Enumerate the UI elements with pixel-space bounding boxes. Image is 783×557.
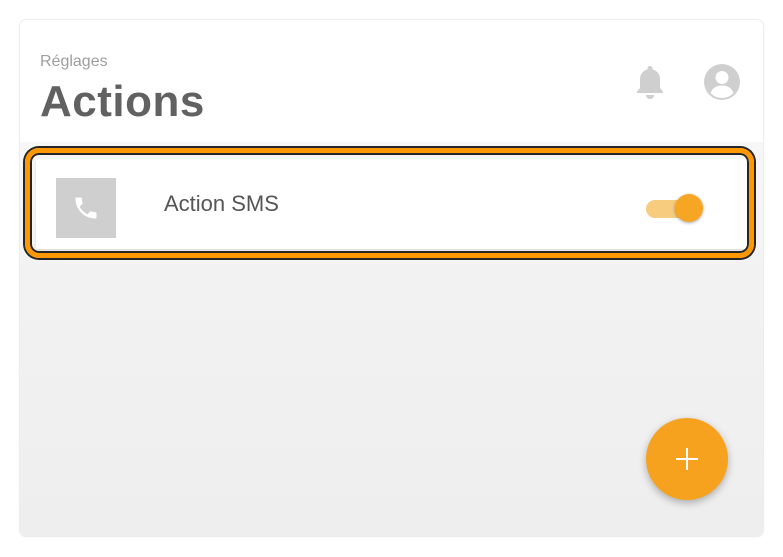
toggle-thumb — [675, 194, 703, 222]
breadcrumb-subtitle: Réglages — [40, 53, 108, 70]
page-title: Actions — [40, 77, 205, 126]
plus-icon — [676, 448, 698, 470]
phone-icon — [75, 197, 97, 219]
account-circle-icon — [704, 64, 740, 100]
bell-icon — [637, 66, 663, 99]
action-enabled-toggle[interactable] — [644, 190, 703, 224]
page-header: Réglages Actions — [20, 20, 763, 142]
notifications-button[interactable] — [632, 62, 668, 102]
list-item-action-sms[interactable]: Action SMS — [36, 159, 749, 249]
add-action-button[interactable] — [646, 418, 728, 500]
account-button[interactable] — [702, 62, 742, 102]
action-icon-tile — [56, 178, 116, 238]
action-label: Action SMS — [164, 191, 279, 216]
